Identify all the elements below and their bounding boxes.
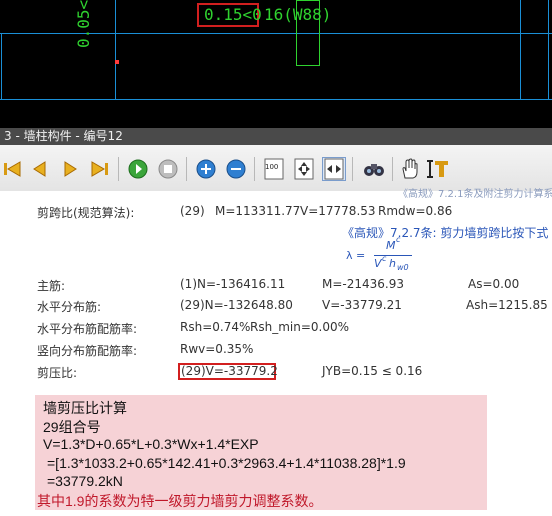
next-page-icon[interactable]: [58, 157, 82, 181]
cad-column-edge-2: [520, 0, 521, 100]
shear-span-rmdw: Rmdw=0.86: [378, 204, 453, 218]
first-page-icon[interactable]: [0, 157, 24, 181]
hand-icon[interactable]: [398, 157, 422, 181]
cad-wall-line-bottom: [0, 99, 552, 100]
main-bar-m: M=-21436.93: [322, 277, 404, 291]
find-icon[interactable]: [362, 157, 386, 181]
annotation-combo: 29组合号: [43, 419, 101, 435]
prev-page-icon[interactable]: [28, 157, 52, 181]
horiz-ratio-rsh: Rsh=0.74%: [180, 320, 251, 334]
shear-comp-v: (29)V=-33779.2: [181, 364, 278, 378]
toolbar-separator: [118, 157, 119, 181]
formula-denominator-sub: w0: [397, 263, 409, 272]
stop-icon[interactable]: [156, 157, 180, 181]
cad-ratio-label: 0.15<0: [204, 5, 262, 24]
horiz-bar-ash: Ash=1215.85: [466, 298, 548, 312]
text-select-icon[interactable]: [426, 157, 450, 181]
cad-vertical-label: 0.05<0: [74, 0, 93, 48]
shear-comp-label: 剪压比:: [37, 366, 78, 380]
main-bar-label: 主筋:: [37, 279, 66, 293]
fit-page-icon[interactable]: [292, 157, 316, 181]
annotation-title: 墙剪压比计算: [43, 400, 127, 416]
main-bar-n: (1)N=-136416.11: [180, 277, 286, 291]
formula-denominator-sup: c: [382, 254, 387, 263]
formula-denominator-h: h: [389, 257, 396, 270]
zoom-100-label: 100: [265, 163, 279, 171]
shear-span-v: V=17778.53: [300, 204, 376, 218]
cad-column-edge-1: [115, 0, 116, 100]
cut-off-header-line: 《高规》7.2.1条及附注剪力计算系数: [398, 189, 552, 200]
shear-span-formula: λ = M c V c h w0: [340, 235, 420, 273]
zoom-in-icon[interactable]: [194, 157, 218, 181]
vert-ratio-rwv: Rwv=0.35%: [180, 342, 254, 356]
window-title-bar: 3 - 墙柱构件 - 编号12: [0, 128, 552, 145]
formula-lambda: λ =: [346, 249, 366, 262]
horiz-bar-n: (29)N=-132648.80: [180, 298, 293, 312]
go-forward-icon[interactable]: [126, 157, 150, 181]
formula-fraction-bar: [374, 255, 412, 256]
annotation-result: =33779.2kN: [47, 473, 123, 489]
toolbar-separator: [352, 157, 353, 181]
vert-ratio-label: 竖向分布筋配筋率:: [37, 344, 138, 358]
annotation-formula: V=1.3*D+0.65*L+0.3*Wx+1.4*EXP: [43, 436, 259, 452]
main-bar-as: As=0.00: [468, 277, 520, 291]
zoom-out-icon[interactable]: [224, 157, 248, 181]
horiz-ratio-rsh-min: Rsh_min=0.00%: [250, 320, 349, 334]
formula-denominator: V: [374, 257, 382, 270]
fit-width-icon[interactable]: [322, 157, 346, 181]
horiz-bar-label: 水平分布筋:: [37, 300, 102, 314]
annotation-expansion: =[1.3*1033.2+0.65*142.41+0.3*2963.4+1.4*…: [47, 455, 406, 471]
toolbar-separator: [392, 157, 393, 181]
cad-column-edge-left: [1, 33, 2, 100]
shear-comp-jyb: JYB=0.15 ≤ 0.16: [322, 364, 423, 378]
shear-span-combo: (29): [180, 204, 205, 218]
formula-numerator: M: [386, 239, 396, 252]
cad-column-edge-3: [548, 0, 549, 100]
window-title: 3 - 墙柱构件 - 编号12: [4, 129, 123, 143]
horiz-bar-v: V=-33779.21: [322, 298, 402, 312]
toolbar-separator: [186, 157, 187, 181]
last-page-icon[interactable]: [88, 157, 112, 181]
toolbar-separator: [254, 157, 255, 181]
report-view: 《高规》7.2.1条及附注剪力计算系数 剪跨比(规范算法): (29) M=11…: [0, 189, 552, 516]
cad-viewport[interactable]: 0.15<0 16(W88) 0.05<0: [0, 0, 552, 128]
annotation-note: 其中1.9的系数为特一级剪力墙剪力调整系数。: [37, 493, 323, 509]
shear-span-m: M=113311.77: [215, 204, 301, 218]
horiz-ratio-label: 水平分布筋配筋率:: [37, 322, 138, 336]
shear-span-label: 剪跨比(规范算法):: [37, 206, 135, 220]
cad-node-marker: [115, 60, 119, 64]
formula-numerator-sup: c: [396, 235, 401, 244]
zoom-100-icon[interactable]: 100: [262, 157, 286, 181]
cad-wall-id-label: 16(W88): [264, 5, 332, 24]
